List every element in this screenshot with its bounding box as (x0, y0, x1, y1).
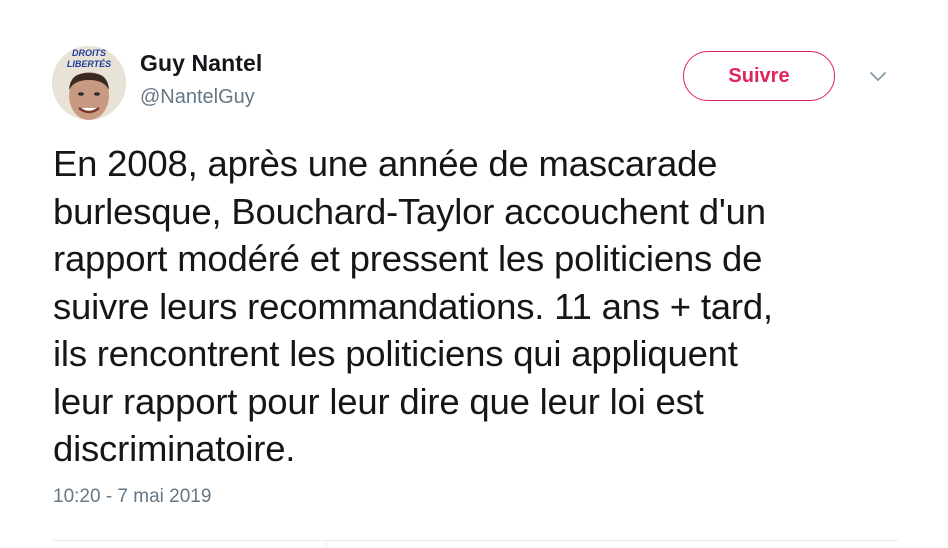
tweet-text: En 2008, après une année de mascarade bu… (53, 140, 913, 473)
tweet-timestamp[interactable]: 10:20 - 7 mai 2019 (53, 486, 211, 508)
tweet-card: DROITS LIBERTÉS Guy Nantel @NantelGuy Su… (0, 0, 948, 548)
tweet-text-line: burlesque, Bouchard-Taylor accouchent d'… (53, 190, 766, 232)
follow-button[interactable]: Suivre (683, 51, 835, 101)
follow-button-label: Suivre (728, 64, 790, 87)
avatar-image: DROITS LIBERTÉS (52, 46, 126, 120)
tweet-text-line: rapport modéré et pressent les politicie… (53, 238, 763, 279)
tweet-text-line: leur rapport pour leur dire que leur loi… (53, 380, 704, 422)
author-handle[interactable]: @NantelGuy (140, 86, 255, 109)
tweet-text-line: suivre leurs recommandations. 11 ans + t… (53, 285, 773, 327)
tweet-text-line: ils rencontrent les politiciens qui appl… (53, 333, 738, 374)
avatar-text-bottom: LIBERTÉS (67, 59, 111, 69)
avatar[interactable]: DROITS LIBERTÉS (52, 46, 126, 120)
avatar-text-top: DROITS (72, 48, 106, 58)
tweet-text-line: discriminatoire. (53, 428, 296, 469)
tweet-text-line: En 2008, après une année de mascarade (53, 143, 718, 184)
divider (53, 540, 898, 541)
chevron-down-icon[interactable] (868, 70, 888, 84)
author-name[interactable]: Guy Nantel (140, 50, 262, 77)
divider-tick (326, 540, 327, 548)
